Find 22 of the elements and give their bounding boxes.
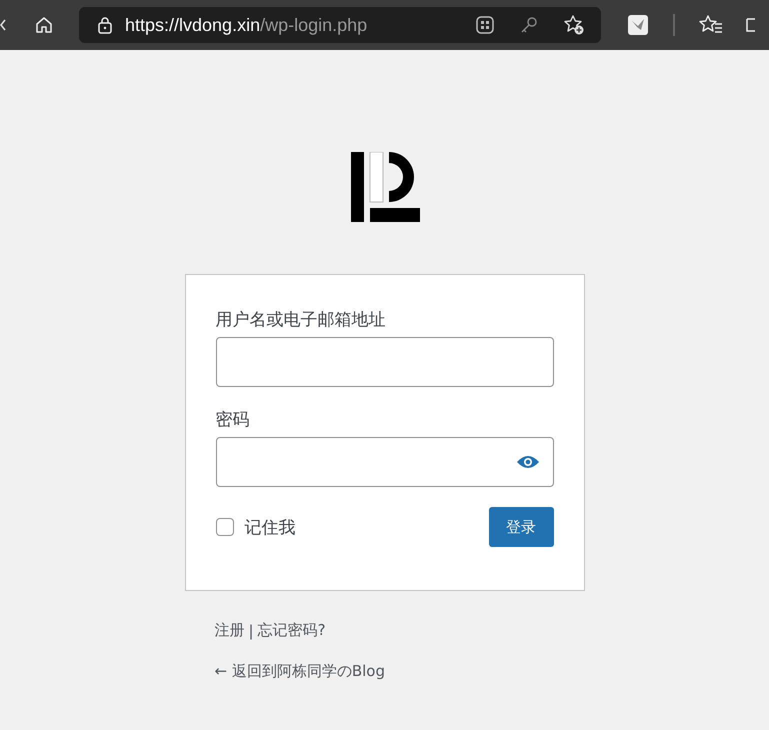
password-label: 密码 bbox=[216, 409, 250, 431]
remember-label: 记住我 bbox=[244, 516, 296, 538]
home-icon[interactable] bbox=[34, 15, 54, 35]
apps-icon[interactable] bbox=[475, 15, 495, 35]
eye-icon[interactable] bbox=[516, 454, 540, 470]
url-text: https://lvdong.xin/wp-login.php bbox=[125, 14, 368, 36]
back-to-blog-link[interactable]: ← 返回到阿栋同学のBlog bbox=[214, 662, 554, 681]
add-favorite-icon[interactable] bbox=[563, 14, 585, 36]
link-separator: | bbox=[248, 622, 254, 640]
address-bar[interactable]: https://lvdong.xin/wp-login.php bbox=[79, 7, 601, 43]
username-label: 用户名或电子邮箱地址 bbox=[216, 309, 386, 331]
extension-icon[interactable] bbox=[627, 14, 649, 36]
lost-password-link[interactable]: 忘记密码? bbox=[258, 621, 326, 640]
login-button[interactable]: 登录 bbox=[488, 507, 554, 547]
back-icon[interactable] bbox=[0, 19, 6, 31]
key-icon[interactable] bbox=[519, 15, 539, 35]
lock-icon bbox=[97, 16, 113, 34]
remember-checkbox[interactable] bbox=[216, 518, 234, 536]
site-logo[interactable] bbox=[350, 152, 420, 222]
register-link[interactable]: 注册 bbox=[214, 621, 244, 640]
password-field[interactable] bbox=[216, 437, 554, 487]
username-field[interactable] bbox=[216, 337, 554, 387]
